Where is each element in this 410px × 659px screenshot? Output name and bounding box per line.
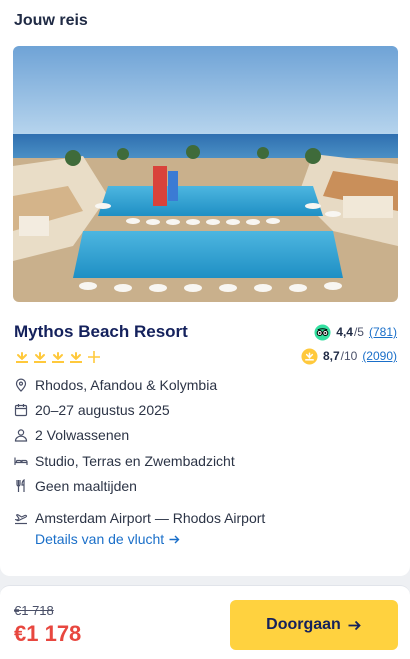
tripadvisor-rating: 4,4 /5 (781) xyxy=(314,323,397,341)
flight-details-label: Details van de vlucht xyxy=(35,531,165,547)
sunweb-rating: 8,7 /10 (2090) xyxy=(301,347,397,365)
room-text: Studio, Terras en Zwembadzicht xyxy=(35,453,235,469)
hotel-name[interactable]: Mythos Beach Resort xyxy=(14,322,188,342)
sun-star-icon xyxy=(52,352,64,363)
tripadvisor-icon xyxy=(314,323,331,341)
location-row: Rhodos, Afandou & Kolymbia xyxy=(14,376,217,394)
dates-text: 20–27 augustus 2025 xyxy=(35,402,170,418)
price-footer: €1 718 €1 178 Doorgaan xyxy=(0,585,410,659)
arrow-right-icon xyxy=(348,620,361,630)
continue-button[interactable]: Doorgaan xyxy=(230,600,398,650)
cutlery-icon xyxy=(16,479,25,492)
room-row: Studio, Terras en Zwembadzicht xyxy=(14,452,235,470)
sunweb-max: /10 xyxy=(340,349,358,363)
plus-star-icon xyxy=(88,351,100,363)
trip-summary-card: Jouw reis Mythos Beach Resort 4,4 /5 (78… xyxy=(0,0,410,576)
continue-button-label: Doorgaan xyxy=(266,616,341,633)
tripadvisor-review-count-link[interactable]: (781) xyxy=(369,325,397,339)
sun-star-icon xyxy=(16,352,28,363)
arrow-right-icon xyxy=(169,535,180,543)
location-text: Rhodos, Afandou & Kolymbia xyxy=(35,377,218,393)
sun-star-icon xyxy=(70,352,82,363)
sunweb-review-count-link[interactable]: (2090) xyxy=(362,349,397,363)
flight-text: Amsterdam Airport — Rhodos Airport xyxy=(35,510,266,526)
board-row: Geen maaltijden xyxy=(14,477,137,495)
board-text: Geen maaltijden xyxy=(35,478,137,494)
bed-icon xyxy=(14,457,28,465)
section-title: Jouw reis xyxy=(14,12,88,29)
flight-row: Amsterdam Airport — Rhodos Airport xyxy=(14,509,265,527)
sunweb-rating-icon xyxy=(301,347,318,365)
old-price: €1 718 xyxy=(14,603,54,618)
flight-details-link[interactable]: Details van de vlucht xyxy=(35,531,181,547)
tripadvisor-max: /5 xyxy=(353,325,364,339)
plane-icon xyxy=(14,514,28,525)
dates-row: 20–27 augustus 2025 xyxy=(14,401,170,419)
tripadvisor-score: 4,4 xyxy=(336,325,353,339)
new-price: €1 178 xyxy=(14,621,82,646)
person-icon xyxy=(14,429,28,442)
star-rating xyxy=(14,349,102,365)
hotel-photo[interactable] xyxy=(13,46,398,302)
sun-star-icon xyxy=(34,352,46,363)
travellers-row: 2 Volwassenen xyxy=(14,426,129,444)
sunweb-score: 8,7 xyxy=(322,349,340,363)
location-pin-icon xyxy=(15,378,27,392)
calendar-icon xyxy=(14,404,28,417)
travellers-text: 2 Volwassenen xyxy=(35,427,130,443)
